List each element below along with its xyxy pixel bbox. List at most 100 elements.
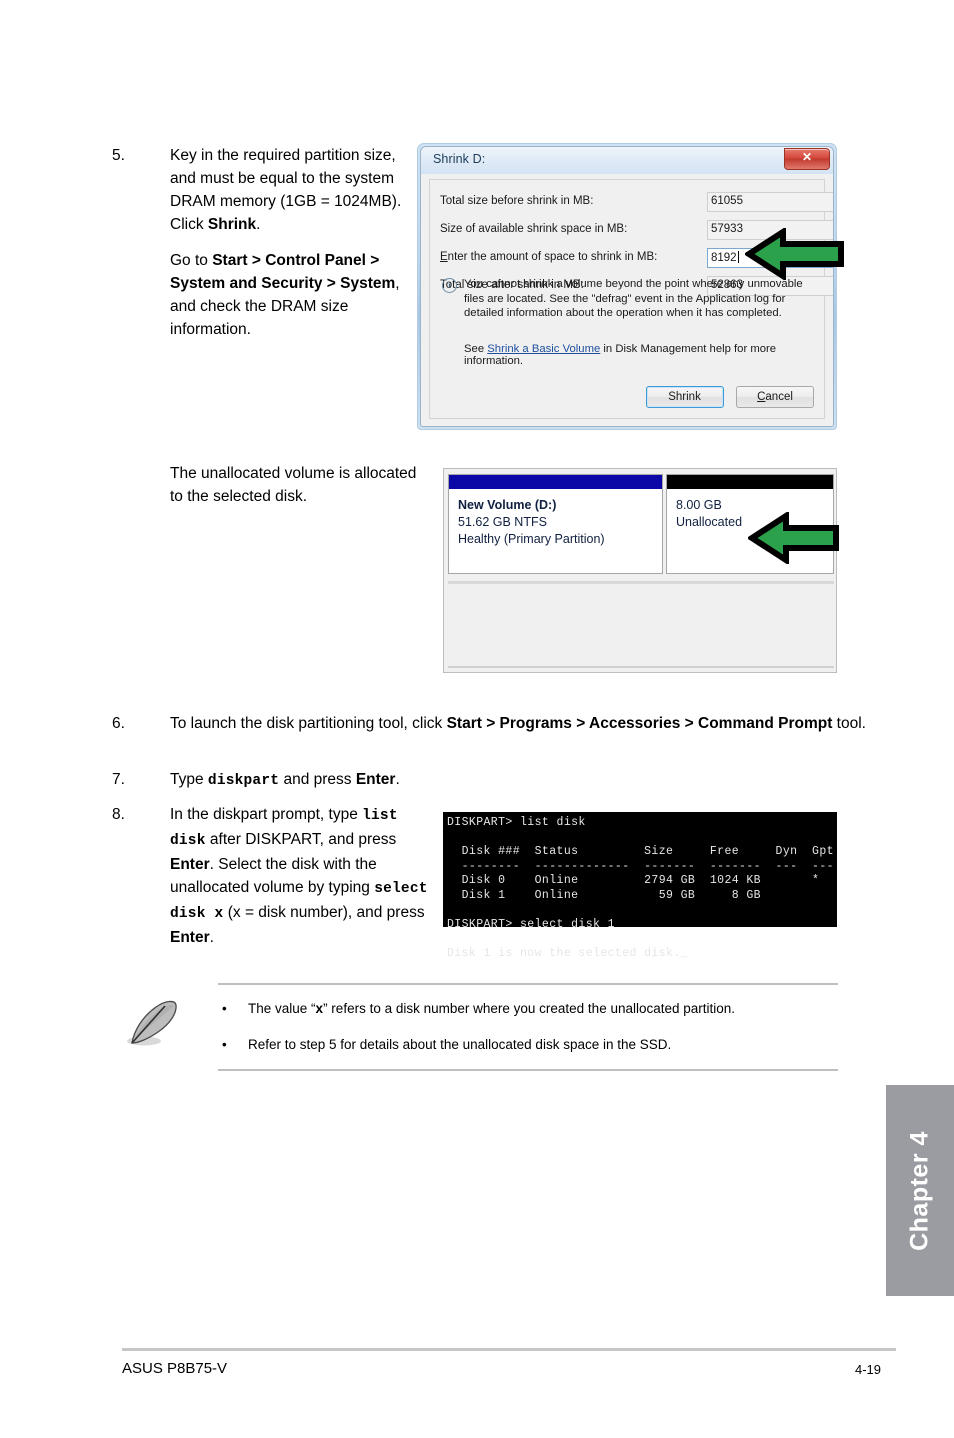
chapter-tab: Chapter 4 <box>886 1085 954 1296</box>
info-icon: i <box>442 278 457 293</box>
close-icon-glyph: ✕ <box>801 150 813 164</box>
disk-panel-bottom-divider <box>448 666 834 668</box>
step-5-bold-shrink: Shrink <box>207 216 257 233</box>
note-box: • The value “x” refers to a disk number … <box>122 983 838 1071</box>
step-8-text-a: In the diskpart prompt, type <box>170 806 363 823</box>
field-available-shrink-space: Size of available shrink space in MB: 57… <box>440 220 833 240</box>
step-6-body: To launch the disk partitioning tool, cl… <box>170 712 870 735</box>
step-8-text-b: after DISKPART, and press <box>205 831 397 848</box>
shrink-dialog: Shrink D: ✕ Total size before shrink in … <box>417 143 837 430</box>
cancel-button[interactable]: Cancel <box>736 386 814 408</box>
note-item-1-text: The value “x” refers to a disk number wh… <box>248 999 735 1019</box>
note-bullet-1: • <box>222 1001 227 1016</box>
dialog-button-row: Shrink Cancel <box>638 386 814 408</box>
cancel-label-rest: ancel <box>765 391 793 403</box>
step-5-body: Key in the required partition size, and … <box>170 144 412 341</box>
shrink-amount-value: 8192 <box>711 252 737 264</box>
help-prefix: See <box>464 343 488 355</box>
field-total-size-before-label: Total size before shrink in MB: <box>440 195 594 207</box>
footer-product-name: ASUS P8B75-V <box>122 1360 228 1377</box>
volume-primary-info: New Volume (D:) 51.62 GB NTFS Healthy (P… <box>449 489 662 548</box>
step-6-bold-path: Start > Programs > Accessories > Command… <box>446 715 833 732</box>
shrink-button[interactable]: Shrink <box>645 386 724 408</box>
note-item-2: • Refer to step 5 for details about the … <box>218 1035 838 1055</box>
field-amount-to-shrink: Enter the amount of space to shrink in M… <box>440 248 833 268</box>
field-available-shrink-space-label: Size of available shrink space in MB: <box>440 223 628 235</box>
step-5: 5. Key in the required partition size, a… <box>112 144 412 341</box>
volume-primary-health: Healthy (Primary Partition) <box>458 532 605 546</box>
note-item-2-text: Refer to step 5 for details about the un… <box>248 1037 672 1052</box>
step-7-command-diskpart: diskpart <box>207 773 280 789</box>
disk-volume-row: New Volume (D:) 51.62 GB NTFS Healthy (P… <box>448 474 834 574</box>
step-6-text-b: tool. <box>832 715 866 732</box>
step-7: 7. Type diskpart and press Enter. <box>112 768 882 793</box>
note-content: • The value “x” refers to a disk number … <box>218 983 838 1071</box>
volume-unallocated-size: 8.00 GB <box>676 498 722 512</box>
info-message-text: You cannot shrink a volume beyond the po… <box>464 278 803 319</box>
step-7-bold-enter: Enter <box>355 771 396 788</box>
note-bullet-2: • <box>222 1037 227 1052</box>
field-total-size-before-value: 61055 <box>707 192 833 212</box>
field-amount-accesskey: E <box>440 251 448 263</box>
step-8-body: In the diskpart prompt, type list disk a… <box>170 803 432 949</box>
dialog-titlebar: Shrink D: ✕ <box>421 147 833 174</box>
chapter-tab-label: Chapter 4 <box>905 1130 934 1251</box>
note-item-1: • The value “x” refers to a disk number … <box>218 999 838 1019</box>
step-6-text-a: To launch the disk partitioning tool, cl… <box>170 715 447 732</box>
step-8-bold-enter-2: Enter <box>170 929 210 946</box>
note-1-text-a: The value “ <box>248 1001 316 1016</box>
step-5-paragraph-2: Go to Start > Control Panel > System and… <box>170 249 412 341</box>
help-line: See Shrink a Basic Volume in Disk Manage… <box>464 343 824 367</box>
step-7-number: 7. <box>112 771 125 788</box>
volume-status-bar-unallocated <box>667 475 833 489</box>
step-7-body: Type diskpart and press Enter. <box>170 768 870 793</box>
footer-divider <box>122 1348 896 1351</box>
step-5-text-b: . <box>256 216 261 233</box>
step-6-number: 6. <box>112 715 125 732</box>
step-8-number: 8. <box>112 806 125 823</box>
disk-management-panel: New Volume (D:) 51.62 GB NTFS Healthy (P… <box>443 468 837 673</box>
step-5-paragraph-1: Key in the required partition size, and … <box>170 144 412 236</box>
step-7-text-b: and press <box>279 771 356 788</box>
step-8-text-e: . <box>209 929 214 946</box>
manual-page: 5. Key in the required partition size, a… <box>0 0 954 1438</box>
dialog-title: Shrink D: <box>433 152 486 166</box>
footer-page-number: 4-19 <box>855 1362 882 1377</box>
shrink-amount-input[interactable]: 8192 <box>707 248 833 268</box>
step-5-number: 5. <box>112 147 125 164</box>
note-1-text-b: ” refers to a disk number where you crea… <box>323 1001 736 1016</box>
field-available-shrink-space-value: 57933 <box>707 220 833 240</box>
shrink-basic-volume-link[interactable]: Shrink a Basic Volume <box>487 343 600 355</box>
step-7-text: Type diskpart and press Enter. <box>170 768 870 793</box>
shrink-dialog-frame: Shrink D: ✕ Total size before shrink in … <box>420 146 834 427</box>
step-6: 6. To launch the disk partitioning tool,… <box>112 712 882 735</box>
note-1-bold-x: x <box>315 1001 324 1016</box>
unallocated-caption-body: The unallocated volume is allocated to t… <box>170 462 420 508</box>
step-5-goto-text: Go to <box>170 252 213 269</box>
step-8-text: In the diskpart prompt, type list disk a… <box>170 803 432 949</box>
unallocated-caption: The unallocated volume is allocated to t… <box>170 462 420 508</box>
step-5-text-a: Key in the required partition size, and … <box>170 147 402 233</box>
text-caret <box>737 251 739 263</box>
volume-new-volume-d[interactable]: New Volume (D:) 51.62 GB NTFS Healthy (P… <box>448 474 663 574</box>
step-6-text: To launch the disk partitioning tool, cl… <box>170 712 870 735</box>
field-total-size-before: Total size before shrink in MB: 61055 <box>440 192 833 212</box>
note-feather-icon <box>127 1000 177 1046</box>
volume-unallocated[interactable]: 8.00 GB Unallocated <box>666 474 834 574</box>
unallocated-caption-text: The unallocated volume is allocated to t… <box>170 465 417 505</box>
step-8-bold-enter-1: Enter <box>170 856 210 873</box>
volume-unallocated-info: 8.00 GB Unallocated <box>667 489 833 531</box>
dialog-client-area: Total size before shrink in MB: 61055 Si… <box>429 179 833 419</box>
diskpart-terminal: DISKPART> list disk Disk ### Status Size… <box>443 812 837 960</box>
step-8: 8. In the diskpart prompt, type list dis… <box>112 803 442 949</box>
field-amount-label-rest: nter the amount of space to shrink in MB… <box>447 251 658 263</box>
volume-primary-name: New Volume (D:) <box>458 498 557 512</box>
field-amount-to-shrink-label: Enter the amount of space to shrink in M… <box>440 251 657 263</box>
volume-status-bar-primary <box>449 475 662 489</box>
close-icon[interactable]: ✕ <box>784 148 830 170</box>
step-8-text-d: (x = disk number), and press <box>223 904 425 921</box>
info-message: i You cannot shrink a volume beyond the … <box>442 277 814 321</box>
step-7-text-c: . <box>395 771 400 788</box>
disk-panel-divider <box>448 581 834 584</box>
volume-primary-size: 51.62 GB NTFS <box>458 515 547 529</box>
